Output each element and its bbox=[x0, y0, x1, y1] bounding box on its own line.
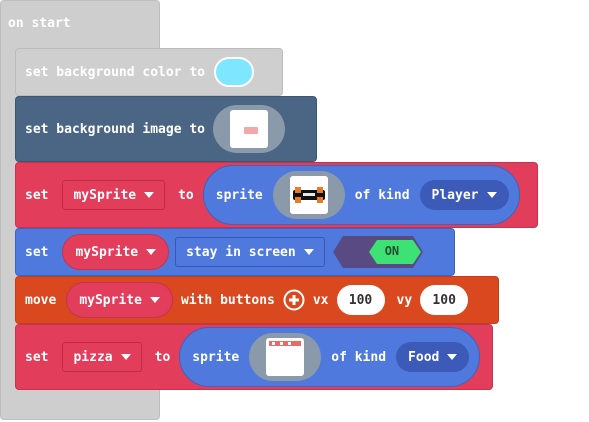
chevron-down-icon bbox=[144, 192, 155, 198]
background-color-swatch[interactable] bbox=[214, 57, 255, 87]
sprite-label: sprite bbox=[192, 349, 240, 365]
vx-input[interactable]: 100 bbox=[336, 285, 385, 315]
set-background-image-label: set background image to bbox=[25, 121, 206, 137]
to-label: to bbox=[178, 187, 194, 203]
set-label: set bbox=[25, 244, 49, 260]
kind-dropdown-player[interactable]: Player bbox=[419, 180, 509, 210]
sprite-of-kind-block[interactable]: sprite of kind Player bbox=[202, 165, 520, 225]
kind-dropdown-food[interactable]: Food bbox=[396, 342, 470, 372]
sprite-of-kind-block[interactable]: sprite of kind Food bbox=[179, 327, 481, 387]
set-label: set bbox=[25, 349, 49, 365]
sprite-image-picker[interactable] bbox=[272, 171, 345, 219]
player-sprite-icon bbox=[289, 176, 328, 214]
on-off-toggle[interactable]: ON bbox=[332, 236, 423, 268]
set-background-color-label: set background color to bbox=[25, 64, 206, 80]
vx-label: vx bbox=[312, 292, 329, 308]
expand-plus-icon[interactable] bbox=[283, 289, 305, 311]
of-kind-label: of kind bbox=[354, 187, 410, 203]
sprite-variable-reporter[interactable]: mySprite bbox=[66, 282, 173, 318]
set-pizza-block[interactable]: set pizza to sprite of kind Food bbox=[15, 324, 493, 390]
toggle-on-label: ON bbox=[384, 244, 400, 258]
image-picker[interactable] bbox=[213, 105, 286, 153]
set-background-color-block[interactable]: set background color to bbox=[15, 48, 283, 96]
variable-dropdown-mysprite[interactable]: mySprite bbox=[62, 180, 166, 210]
move-label: move bbox=[25, 292, 57, 308]
move-with-buttons-block[interactable]: move mySprite with buttons vx 100 vy 100 bbox=[15, 276, 499, 324]
set-mysprite-block[interactable]: set mySprite to sprite of kind Player bbox=[15, 162, 538, 228]
vy-label: vy bbox=[396, 292, 413, 308]
to-label: to bbox=[154, 349, 171, 365]
chevron-down-icon bbox=[146, 249, 157, 255]
chevron-down-icon bbox=[447, 354, 458, 360]
sprite-variable-reporter[interactable]: mySprite bbox=[62, 234, 170, 270]
vy-input[interactable]: 100 bbox=[420, 285, 469, 315]
food-sprite-icon bbox=[266, 338, 305, 376]
chevron-down-icon bbox=[120, 354, 131, 360]
sprite-image-picker[interactable] bbox=[249, 333, 322, 381]
chevron-down-icon bbox=[303, 249, 314, 255]
with-buttons-label: with buttons bbox=[180, 292, 275, 308]
sprite-flag-dropdown[interactable]: stay in screen bbox=[175, 237, 325, 267]
sprite-label: sprite bbox=[215, 187, 263, 203]
set-background-image-block[interactable]: set background image to bbox=[15, 96, 317, 162]
set-label: set bbox=[25, 187, 49, 203]
chevron-down-icon bbox=[149, 297, 160, 303]
variable-dropdown-pizza[interactable]: pizza bbox=[62, 342, 142, 372]
image-placeholder-icon bbox=[230, 110, 269, 148]
on-start-label: on start bbox=[8, 16, 71, 31]
set-stay-in-screen-block[interactable]: set mySprite stay in screen ON bbox=[15, 228, 455, 276]
of-kind-label: of kind bbox=[331, 349, 387, 365]
chevron-down-icon bbox=[486, 192, 497, 198]
